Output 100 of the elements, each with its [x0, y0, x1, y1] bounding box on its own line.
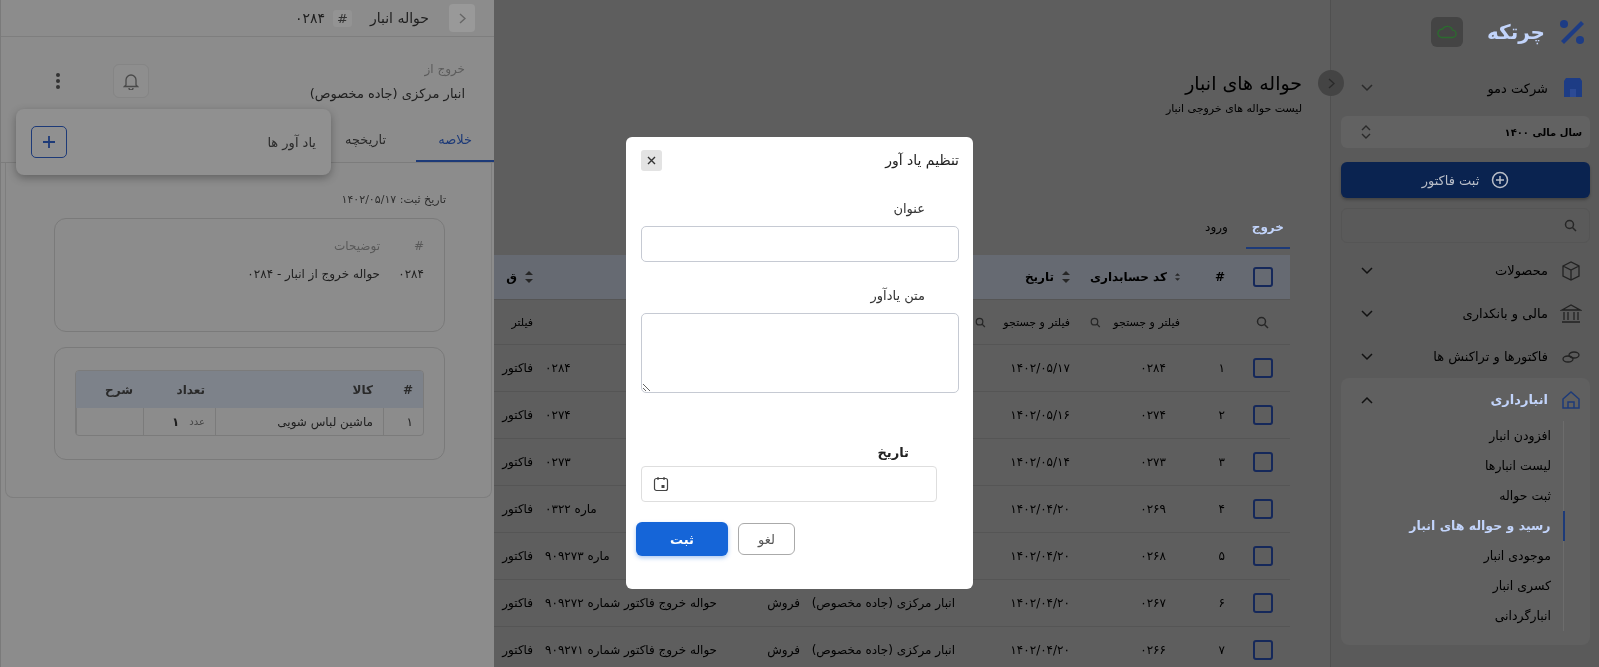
plus-icon — [42, 135, 56, 149]
chevron-right-icon — [458, 12, 466, 24]
bank-icon — [1560, 302, 1582, 325]
tab[interactable]: خلاصه — [416, 120, 494, 162]
updown-icon — [1361, 125, 1371, 139]
search-icon — [1256, 315, 1269, 329]
new-invoice-button[interactable]: ثبت فاکتور — [1341, 162, 1590, 198]
cancel-button[interactable]: لغو — [738, 523, 795, 555]
filter-field[interactable]: فیلتر و جستجو — [975, 315, 1070, 329]
box-icon — [1560, 259, 1582, 282]
table-cell: ماره ۹۰۹۲۷۳ — [545, 549, 610, 563]
sort-icon[interactable] — [525, 270, 533, 284]
checkbox[interactable] — [1252, 640, 1273, 660]
submenu-item[interactable]: موجودی انبار — [1341, 541, 1563, 571]
checkbox[interactable] — [1252, 405, 1273, 425]
table-cell: ۰۲۶۷ — [1140, 596, 1166, 610]
date-field[interactable] — [641, 466, 937, 502]
submenu-item[interactable]: کسری انبار — [1341, 571, 1563, 601]
page-title: حواله های انبار — [1183, 72, 1302, 94]
checkbox[interactable] — [1252, 593, 1273, 613]
menu-item[interactable]: مالی و بانکداری — [1341, 292, 1590, 335]
field-label: عنوان — [893, 201, 926, 216]
table-cell: ۰۲۷۳ — [545, 455, 571, 469]
submenu-item[interactable]: رسید و حواله های انبار — [1341, 511, 1565, 541]
menu-item[interactable]: فاکتورها و تراکنش ها — [1341, 335, 1590, 378]
fiscal-year-select[interactable]: سال مالی ۱۴۰۰ — [1341, 116, 1590, 148]
submenu-item[interactable]: انبارگردانی — [1341, 601, 1563, 631]
house-icon — [1560, 388, 1582, 411]
table-cell: ۱۴۰۲/۰۴/۲۰ — [1010, 502, 1070, 516]
table-cell: فاکتور — [502, 455, 533, 469]
panel-title: حواله انبار — [369, 10, 429, 26]
search-field[interactable] — [1341, 208, 1590, 243]
table-cell: ۱۴۰۲/۰۵/۱۶ — [1010, 408, 1070, 422]
document-number: ۰۲۸۴ — [294, 10, 326, 26]
dialog-title: تنظیم یاد آور — [885, 152, 959, 168]
sort-icon[interactable] — [1062, 270, 1070, 284]
tab[interactable]: خروج — [1245, 207, 1290, 249]
table-cell: ۱ — [1218, 361, 1225, 375]
search-icon — [1564, 219, 1577, 232]
cloud-button[interactable] — [1430, 17, 1463, 47]
table-cell: حواله خروج فاکتور شماره ۹۰۹۲۷۱ — [545, 643, 717, 657]
column-header: # — [412, 239, 424, 253]
table-cell: ۰۲۸۴ — [1140, 361, 1166, 375]
table-cell: فاکتور — [502, 361, 533, 375]
table-cell: فروش — [767, 596, 800, 610]
table-cell: فاکتور — [502, 549, 533, 563]
text-area[interactable] — [641, 313, 959, 393]
chevron-down-icon — [1361, 84, 1373, 92]
reminder-button[interactable] — [113, 64, 149, 98]
logo-text: چرتکه — [1486, 20, 1545, 44]
table-cell: ۱۴۰۲/۰۴/۲۰ — [1010, 643, 1070, 657]
filter-field[interactable]: فیلتر و جستجو — [1090, 315, 1180, 329]
table-cell: ۶ — [1218, 596, 1225, 610]
back-button[interactable] — [449, 4, 475, 32]
sort-icon[interactable] — [1174, 270, 1180, 284]
submenu-item[interactable]: لیست انبارها — [1341, 451, 1563, 481]
table-cell: انبار مرکزی (جاده مخصوص) — [811, 643, 955, 657]
table-cell: ۱۴۰۲/۰۴/۲۰ — [1010, 549, 1070, 563]
quantity-value: ۱ — [172, 414, 180, 429]
checkbox[interactable] — [1252, 499, 1273, 519]
close-button[interactable] — [641, 149, 662, 171]
search-icon — [1090, 315, 1101, 329]
table-cell: ۱۴۰۲/۰۵/۱۷ — [1010, 361, 1070, 375]
menu-item[interactable]: محصولات — [1341, 249, 1590, 292]
table-cell: ۱۴۰۲/۰۵/۱۴ — [1010, 455, 1070, 469]
column-header: # — [401, 381, 414, 399]
add-button[interactable] — [31, 126, 67, 158]
checkbox[interactable] — [1252, 452, 1273, 472]
collapse-button[interactable] — [1318, 70, 1344, 96]
table-cell: ماشین لباس شویی — [215, 408, 383, 435]
table-cell: ۰۲۶۹ — [1140, 502, 1166, 516]
hash-badge: # — [333, 9, 352, 27]
more-icon[interactable] — [55, 72, 61, 90]
table-cell: ۲ — [1218, 408, 1225, 422]
checkbox[interactable] — [1252, 267, 1273, 287]
table-cell: حواله خروج از انبار - ۰۲۸۴ — [247, 267, 380, 281]
company-selector[interactable]: شرکت دمو — [1341, 72, 1590, 104]
field-label: متن یادآور — [870, 288, 926, 303]
cloud-icon — [1436, 25, 1457, 39]
search-icon — [975, 315, 986, 329]
checkbox[interactable] — [1252, 546, 1273, 566]
title-field[interactable] — [641, 226, 959, 262]
submenu-item[interactable]: ثبت حواله — [1341, 481, 1563, 511]
table-cell: فاکتور — [502, 643, 533, 657]
filter-field[interactable]: فیلتر — [497, 315, 533, 329]
page-subtitle: لیست حواله های خروجی انبار — [1164, 102, 1302, 115]
menu-item[interactable]: انبارداری — [1341, 378, 1590, 421]
tab[interactable]: ورود — [1199, 207, 1234, 249]
checkbox[interactable] — [1252, 358, 1273, 378]
column-header: کد حسابداری — [1090, 270, 1167, 284]
submenu-item[interactable]: افزودن انبار — [1341, 421, 1563, 451]
table-cell: فاکتور — [502, 408, 533, 422]
chevron-down-icon — [1361, 266, 1373, 275]
chevron-down-icon — [1361, 309, 1373, 318]
plus-circle-icon — [1491, 171, 1510, 189]
unit-label: عدد — [189, 416, 205, 427]
submit-button[interactable]: ثبت — [636, 522, 728, 556]
column-header: کالا — [351, 381, 374, 399]
table-cell: فاکتور — [502, 596, 533, 610]
field-value: انبار مرکزی (جاده مخصوص) — [309, 85, 465, 101]
